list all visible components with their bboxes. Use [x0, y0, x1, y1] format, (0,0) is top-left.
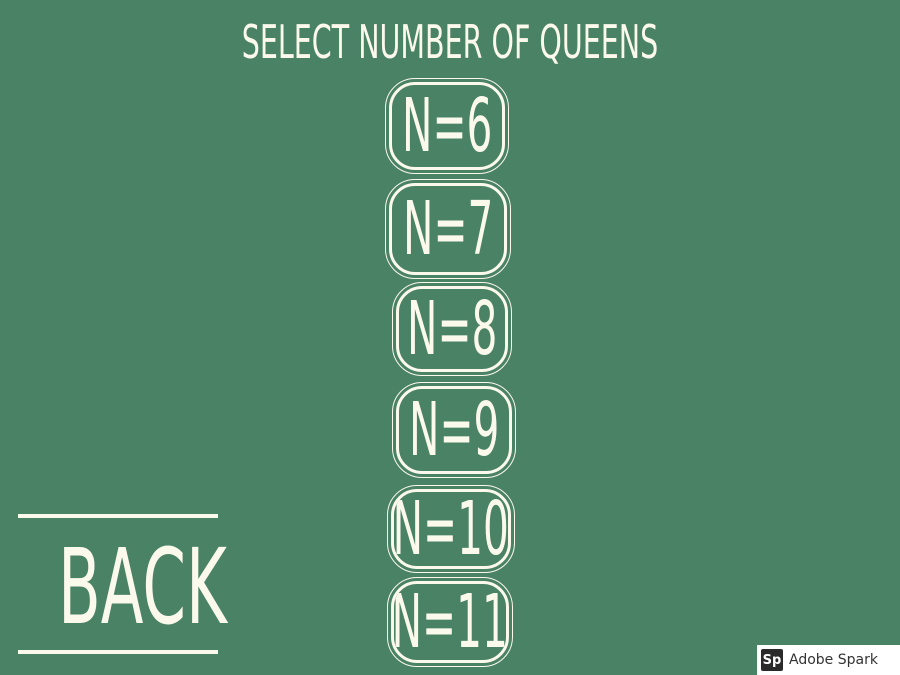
option-label: N=10: [392, 489, 510, 569]
option-n-7[interactable]: N=7: [385, 179, 511, 279]
back-button[interactable]: BACK: [18, 514, 227, 656]
option-n-11[interactable]: N=11: [387, 577, 513, 667]
option-label: N=6: [401, 83, 493, 169]
page-title: SELECT NUMBER OF QUEENS: [241, 15, 659, 69]
option-n-10[interactable]: N=10: [387, 485, 515, 573]
option-label: N=8: [406, 286, 498, 372]
option-n-6[interactable]: N=6: [385, 78, 509, 174]
option-label: N=11: [391, 581, 509, 663]
badge-text: Adobe Spark: [789, 652, 878, 668]
option-label: N=7: [402, 186, 494, 272]
option-n-8[interactable]: N=8: [392, 282, 512, 376]
option-n-9[interactable]: N=9: [392, 382, 516, 478]
back-bottom-rule: [18, 650, 218, 654]
adobe-spark-logo-icon: Sp: [761, 649, 783, 671]
adobe-spark-badge: Sp Adobe Spark: [757, 645, 900, 675]
option-label: N=9: [408, 387, 500, 473]
back-label: BACK: [57, 526, 227, 648]
back-top-rule: [18, 514, 218, 518]
